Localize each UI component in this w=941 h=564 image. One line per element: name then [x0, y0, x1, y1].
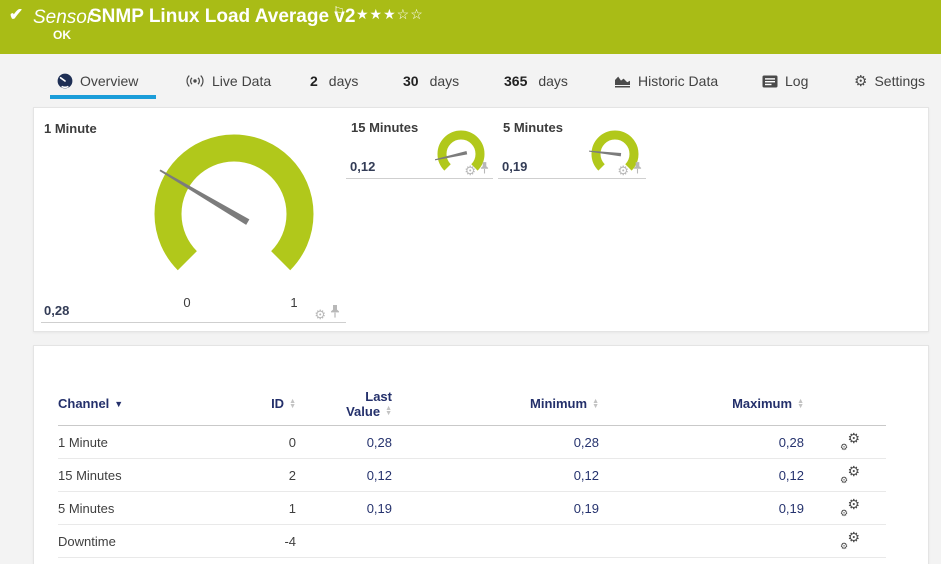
gauge-scale-min: 0: [183, 295, 191, 310]
tab-settings[interactable]: ⚙ Settings: [854, 68, 925, 94]
channel-last-value: 0,19: [366, 500, 392, 516]
gauges-card: 1 Minute 0 1 0,28 ⚙ 15 Minutes 0,12 ⚙ 5 …: [33, 107, 929, 332]
header-minimum[interactable]: Minimum ▲ ▼: [392, 396, 599, 411]
log-list-icon: [762, 75, 778, 88]
object-kind-label: Sensor: [33, 7, 94, 28]
tab-365-days[interactable]: 365 days: [504, 68, 568, 94]
tab-2-days-label: days: [328, 73, 359, 89]
channel-maximum: 0,19: [778, 500, 804, 516]
header-minimum-label: Minimum: [530, 396, 588, 411]
gauge-title: 15 Minutes: [351, 120, 419, 135]
header-last-value-line1: Last: [365, 388, 392, 404]
sort-arrows-icon[interactable]: ▲ ▼: [797, 398, 804, 410]
tab-live-data[interactable]: Live Data: [185, 68, 271, 94]
tab-2-days[interactable]: 2 days: [310, 68, 358, 94]
settings-gear-icon: ⚙: [854, 72, 868, 90]
gauge-pin-icon[interactable]: [330, 305, 340, 323]
header-id-label: ID: [271, 396, 285, 411]
sensor-title: SNMP Linux Load Average v2: [89, 6, 356, 27]
channel-name: 1 Minute: [58, 434, 108, 450]
header-last-value[interactable]: Last Value ▲ ▼: [296, 389, 392, 419]
gauge-scale-max: 1: [290, 295, 298, 310]
gauge-icon: [57, 73, 73, 89]
table-row: 1 Minute 0 0,28 0,28 0,28 ⚙ ⚙: [58, 426, 886, 459]
gauge-pin-icon[interactable]: [633, 161, 642, 179]
gauge-title: 1 Minute: [44, 121, 97, 136]
tab-30-days[interactable]: 30 days: [403, 68, 459, 94]
tab-historic-data[interactable]: Historic Data: [614, 68, 718, 94]
channel-settings-icon[interactable]: ⚙ ⚙: [840, 464, 860, 485]
channel-settings-icon[interactable]: ⚙ ⚙: [840, 530, 860, 551]
sort-arrows-icon[interactable]: ▲ ▼: [289, 398, 296, 410]
historic-chart-icon: [614, 74, 631, 88]
channel-settings-icon[interactable]: ⚙ ⚙: [840, 431, 860, 452]
tab-overview[interactable]: Overview: [57, 68, 138, 94]
channel-settings-icon[interactable]: ⚙ ⚙: [840, 497, 860, 518]
priority-stars[interactable]: ★★★☆☆: [356, 6, 424, 23]
channel-table: Channel ▼ ID ▲ ▼ Last Value ▲ ▼ Minimum …: [58, 382, 886, 558]
header-maximum[interactable]: Maximum ▲ ▼: [599, 396, 804, 411]
tab-30-days-label: days: [429, 73, 460, 89]
channel-minimum: 0,12: [573, 467, 599, 483]
tab-365-days-label: days: [538, 73, 568, 89]
gauge-settings-gear-icon[interactable]: ⚙: [464, 164, 476, 177]
gauge-title: 5 Minutes: [503, 120, 563, 135]
gauge-settings-gear-icon[interactable]: ⚙: [314, 308, 326, 321]
prtg-sensor-page: ✔ Sensor SNMP Linux Load Average v2 ⚐ ★★…: [0, 0, 941, 564]
channel-name: Downtime: [58, 533, 116, 549]
channel-maximum: 0,28: [778, 434, 804, 450]
tab-365-days-number: 365: [504, 73, 528, 89]
gauge-dial: [154, 134, 314, 271]
tab-bar: Overview Live Data 2 days 30 days 365 da…: [0, 54, 941, 101]
gauge-value: 0,28: [44, 303, 70, 318]
channel-minimum: 0,19: [573, 500, 599, 516]
sensor-status-banner: ✔ Sensor SNMP Linux Load Average v2 ⚐ ★★…: [0, 0, 941, 54]
active-tab-indicator: [50, 95, 156, 99]
status-ok-check-icon: ✔: [9, 5, 24, 24]
tab-log[interactable]: Log: [762, 68, 808, 94]
table-row: 5 Minutes 1 0,19 0,19 0,19 ⚙ ⚙: [58, 492, 886, 525]
tab-settings-label: Settings: [874, 73, 926, 89]
gauge-value: 0,12: [350, 159, 376, 174]
channel-name: 15 Minutes: [58, 467, 122, 483]
tab-live-data-label: Live Data: [212, 73, 272, 89]
channel-maximum: 0,12: [778, 467, 804, 483]
sort-active-caret-icon: ▼: [114, 398, 124, 409]
gauge-panel-15-minutes: 15 Minutes 0,12 ⚙: [346, 113, 493, 179]
channel-id: 0: [288, 434, 296, 450]
tab-log-label: Log: [785, 73, 809, 89]
channels-card: Channel ▼ ID ▲ ▼ Last Value ▲ ▼ Minimum …: [33, 345, 929, 564]
header-last-value-line2: Value: [346, 403, 381, 419]
stars-filled[interactable]: ★★★: [356, 6, 397, 22]
header-id[interactable]: ID ▲ ▼: [248, 396, 296, 411]
tab-2-days-number: 2: [310, 73, 318, 89]
stars-empty[interactable]: ☆☆: [397, 6, 424, 22]
gauge-settings-gear-icon[interactable]: ⚙: [617, 164, 629, 177]
table-row: Downtime -4 ⚙ ⚙: [58, 525, 886, 558]
channel-id: -4: [284, 533, 296, 549]
sort-arrows-icon[interactable]: ▲ ▼: [385, 405, 392, 417]
live-broadcast-icon: [185, 74, 205, 88]
channel-id: 2: [288, 467, 296, 483]
channel-table-header: Channel ▼ ID ▲ ▼ Last Value ▲ ▼ Minimum …: [58, 382, 886, 426]
gauge-panel-1-minute: 1 Minute 0 1 0,28 ⚙: [41, 113, 346, 323]
channel-name: 5 Minutes: [58, 500, 115, 516]
channel-minimum: 0,28: [573, 434, 599, 450]
gauge-value: 0,19: [502, 159, 528, 174]
priority-flag-icon[interactable]: ⚐: [333, 4, 345, 20]
gauge-pin-icon[interactable]: [480, 161, 489, 179]
sort-arrows-icon[interactable]: ▲ ▼: [592, 398, 599, 410]
gauge-panel-5-minutes: 5 Minutes 0,19 ⚙: [498, 113, 646, 179]
sensor-status-text: OK: [53, 28, 71, 42]
header-maximum-label: Maximum: [732, 396, 793, 411]
channel-last-value: 0,12: [366, 467, 392, 483]
tab-historic-data-label: Historic Data: [638, 73, 719, 89]
table-row: 15 Minutes 2 0,12 0,12 0,12 ⚙ ⚙: [58, 459, 886, 492]
header-channel[interactable]: Channel ▼: [58, 396, 248, 411]
channel-last-value: 0,28: [366, 434, 392, 450]
header-channel-label: Channel: [58, 396, 110, 411]
tab-30-days-number: 30: [403, 73, 419, 89]
channel-id: 1: [288, 500, 296, 516]
tab-overview-label: Overview: [80, 73, 139, 89]
